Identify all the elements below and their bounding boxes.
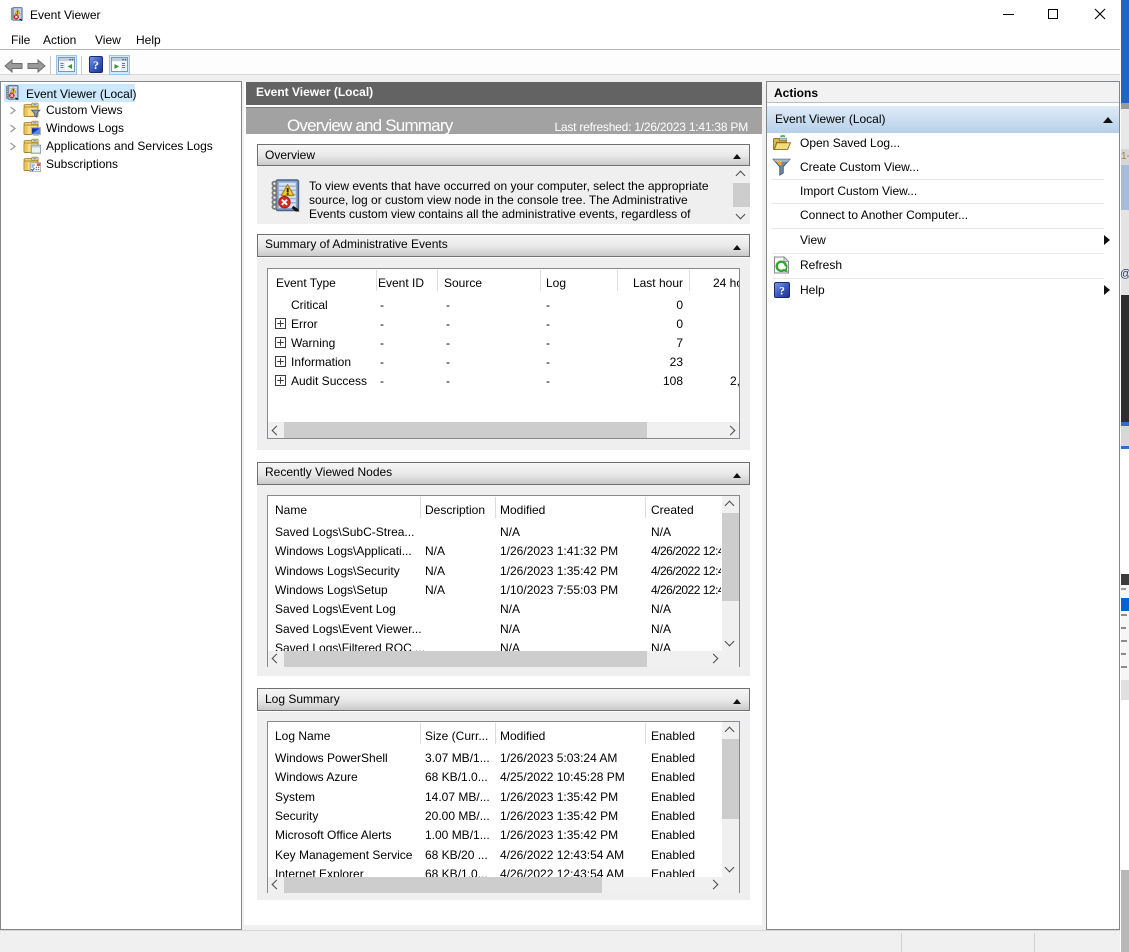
svg-text:?: ? xyxy=(779,286,785,298)
svg-text:?: ? xyxy=(93,58,99,72)
